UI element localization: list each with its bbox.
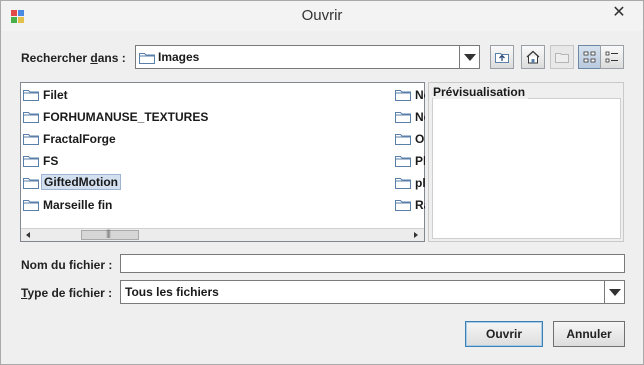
folder-icon	[23, 90, 39, 101]
list-item-label: Ra	[415, 198, 425, 212]
list-item-label: Pl	[415, 154, 425, 168]
list-item-label: Filet	[43, 88, 68, 102]
file-list[interactable]: Filet FORHUMANUSE_TEXTURES FractalForge …	[20, 82, 425, 242]
horizontal-scrollbar[interactable]	[21, 228, 424, 241]
look-in-label: Rechercher dans :	[21, 51, 126, 65]
preview-area	[432, 98, 621, 239]
folder-icon	[23, 178, 39, 189]
look-in-combo[interactable]: Images	[135, 45, 480, 69]
up-folder-icon	[495, 53, 509, 63]
list-item-selected[interactable]: GiftedMotion	[21, 173, 381, 192]
list-item[interactable]: pl	[393, 173, 425, 192]
details-view-button[interactable]	[600, 45, 624, 69]
folder-icon	[23, 112, 39, 123]
list-item-label: Ol	[415, 132, 425, 146]
look-in-value: Images	[158, 50, 200, 64]
scroll-right-arrow-icon[interactable]	[409, 229, 422, 241]
filetype-combo[interactable]: Tous les fichiers	[120, 280, 625, 304]
close-button[interactable]: ✕	[607, 3, 631, 23]
preview-title: Prévisualisation	[433, 85, 529, 99]
list-item[interactable]: FS	[21, 151, 381, 170]
cancel-button[interactable]: Annuler	[553, 321, 625, 347]
new-folder-button[interactable]	[550, 45, 574, 69]
list-item[interactable]: Ne	[393, 107, 425, 126]
look-in-dropdown-arrow-icon[interactable]	[459, 46, 479, 68]
up-one-level-button[interactable]	[490, 45, 514, 69]
folder-icon	[139, 53, 155, 64]
home-icon	[526, 50, 540, 64]
list-view-icon	[583, 51, 596, 63]
filetype-label: Type de fichier :	[21, 286, 113, 300]
list-item[interactable]: Ol	[393, 129, 425, 148]
list-item[interactable]: FractalForge	[21, 129, 381, 148]
list-item-label: FractalForge	[43, 132, 116, 146]
folder-icon	[395, 200, 411, 211]
list-item[interactable]: Pl	[393, 151, 425, 170]
scroll-left-arrow-icon[interactable]	[23, 229, 36, 241]
window-title: Ouvrir	[301, 7, 343, 24]
home-button[interactable]	[521, 45, 545, 69]
folder-icon	[23, 200, 39, 211]
folder-icon	[395, 134, 411, 145]
open-button[interactable]: Ouvrir	[465, 321, 543, 347]
list-item-label: GiftedMotion	[41, 174, 121, 190]
list-item[interactable]: Ra	[393, 195, 425, 214]
scrollbar-thumb[interactable]	[81, 228, 139, 240]
folder-icon	[395, 112, 411, 123]
folder-icon	[395, 178, 411, 189]
preview-panel: Prévisualisation	[428, 82, 624, 242]
folder-icon	[23, 134, 39, 145]
list-item[interactable]: Ne	[393, 85, 425, 104]
filetype-dropdown-arrow-icon[interactable]	[604, 281, 624, 303]
list-item[interactable]: Filet	[21, 85, 381, 104]
list-item-label: Marseille fin	[43, 198, 113, 212]
title-bar: Ouvrir ✕	[1, 1, 643, 31]
new-folder-icon	[555, 53, 569, 63]
folder-icon	[395, 156, 411, 167]
list-view-button[interactable]	[578, 45, 602, 69]
filename-input[interactable]	[120, 254, 625, 273]
folder-icon	[395, 90, 411, 101]
list-item-label: Ne	[415, 110, 425, 124]
list-item[interactable]: FORHUMANUSE_TEXTURES	[21, 107, 381, 126]
list-item-label: pl	[415, 176, 425, 190]
close-icon: ✕	[612, 4, 626, 21]
list-item-label: FS	[43, 154, 59, 168]
details-view-icon	[605, 51, 618, 63]
list-item[interactable]: Marseille fin	[21, 195, 381, 214]
filetype-value: Tous les fichiers	[125, 285, 219, 299]
folder-icon	[23, 156, 39, 167]
filename-label: Nom du fichier :	[21, 258, 113, 272]
list-item-label: Ne	[415, 88, 425, 102]
list-item-label: FORHUMANUSE_TEXTURES	[43, 110, 209, 124]
open-dialog: Ouvrir ✕ Rechercher dans : Images Filet …	[0, 0, 644, 365]
